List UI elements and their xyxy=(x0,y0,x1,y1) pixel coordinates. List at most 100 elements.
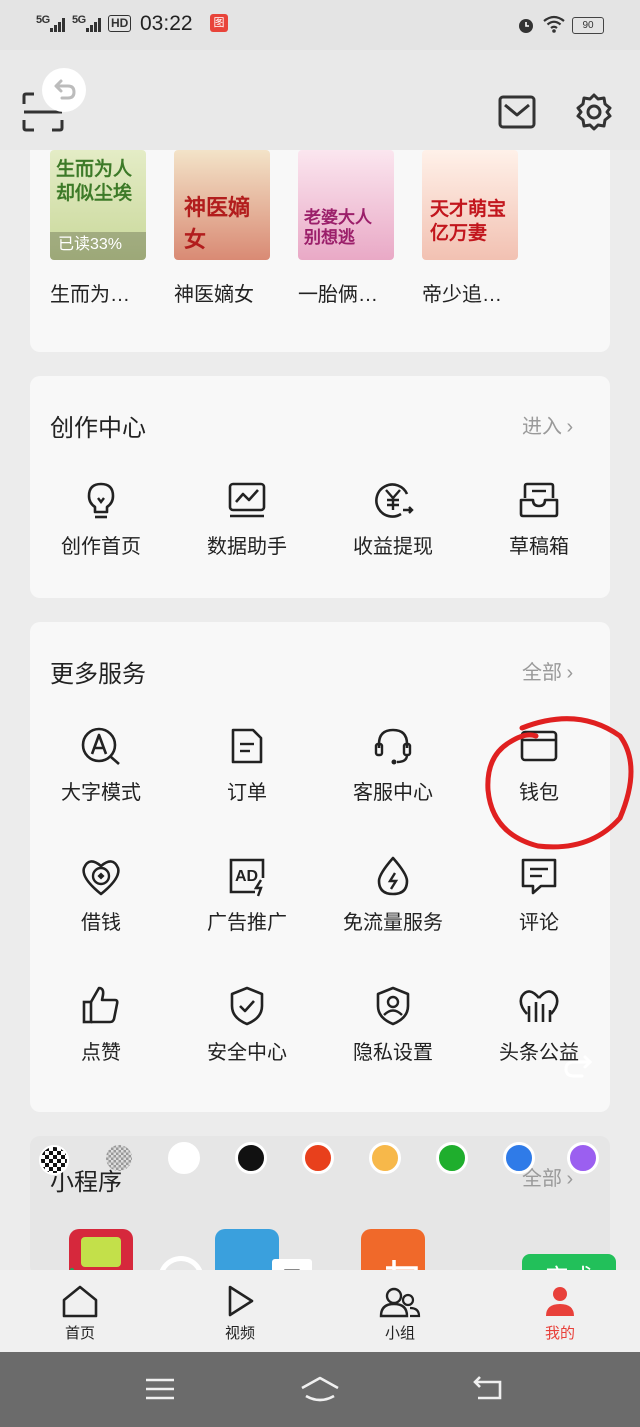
book-title-3[interactable]: 一胎俩… xyxy=(298,278,378,307)
comment-icon xyxy=(521,858,557,895)
more-services-all-link[interactable]: 全部 › xyxy=(522,656,573,685)
chart-icon xyxy=(228,482,266,518)
service-item-likes[interactable]: 点赞 xyxy=(31,984,171,1065)
book-cover-text: 神医嫡女 xyxy=(184,195,251,252)
settings-gear-icon[interactable] xyxy=(574,92,614,132)
book-title-1[interactable]: 生而为… xyxy=(50,278,130,307)
service-label: 点赞 xyxy=(81,1042,121,1064)
charity-icon xyxy=(519,990,559,1022)
color-swatch[interactable] xyxy=(503,1142,535,1174)
signal-5g-2: 5G xyxy=(72,14,86,26)
service-label: 客服中心 xyxy=(353,782,433,804)
service-item-order[interactable]: 订单 xyxy=(177,724,317,805)
lightbulb-icon xyxy=(87,482,115,519)
enter-link-label: 进入 xyxy=(522,416,562,438)
service-item-drafts[interactable]: 草稿箱 xyxy=(469,478,609,559)
service-item-comment[interactable]: 评论 xyxy=(469,854,609,935)
home-icon xyxy=(62,1285,98,1318)
color-swatch[interactable] xyxy=(302,1142,334,1174)
more-services-title: 更多服务 xyxy=(50,661,146,688)
privacy-icon xyxy=(376,986,410,1026)
hd-badge: HD xyxy=(108,15,132,32)
service-item-security-center[interactable]: 安全中心 xyxy=(177,984,317,1065)
book-cover-4[interactable]: 天才萌宝亿万妻 xyxy=(422,150,518,260)
read-progress: 已读33% xyxy=(58,236,123,253)
book-cover-text: 生而为人却似尘埃 xyxy=(56,159,133,204)
ad-icon: AD xyxy=(229,858,265,897)
chevron-right-icon: › xyxy=(566,416,574,438)
color-swatch[interactable] xyxy=(235,1142,267,1174)
yuan-icon xyxy=(375,483,414,518)
book-title-2[interactable]: 神医嫡女 xyxy=(174,278,254,307)
color-swatch[interactable] xyxy=(567,1142,599,1174)
all-link-label: 全部 xyxy=(522,662,562,684)
blur-tool-icon[interactable] xyxy=(106,1145,132,1171)
headset-icon xyxy=(374,728,412,765)
service-item-create-home[interactable]: 创作首页 xyxy=(31,478,171,559)
service-item-customer-service[interactable]: 客服中心 xyxy=(323,724,463,805)
home-nav-icon[interactable] xyxy=(298,1374,342,1404)
book-title-4[interactable]: 帝少追… xyxy=(422,278,502,307)
service-label: 安全中心 xyxy=(207,1042,287,1064)
service-label: 订单 xyxy=(227,782,267,804)
chevron-right-icon: › xyxy=(566,1168,574,1190)
service-label: 广告推广 xyxy=(207,912,287,934)
system-nav-bar xyxy=(0,1352,640,1427)
nav-label: 视频 xyxy=(224,1325,255,1342)
redo-icon[interactable] xyxy=(560,1052,600,1082)
color-swatch[interactable] xyxy=(168,1142,200,1174)
book-cover-text: 老婆大人别想逃 xyxy=(304,208,372,247)
nav-item-video[interactable]: 视频 xyxy=(185,1284,295,1343)
nav-label: 小组 xyxy=(384,1325,415,1342)
service-item-loan[interactable]: 借钱 xyxy=(31,854,171,935)
order-icon xyxy=(231,728,263,764)
mosaic-tool-icon[interactable] xyxy=(39,1145,69,1175)
undo-button[interactable] xyxy=(42,68,86,112)
menu-icon[interactable] xyxy=(142,1374,178,1404)
color-swatch[interactable] xyxy=(436,1142,468,1174)
chevron-right-icon: › xyxy=(566,662,574,684)
book-cover-2[interactable]: 神医嫡女 xyxy=(174,150,270,260)
all-link-label: 全部 xyxy=(522,1168,562,1190)
nav-item-group[interactable]: 小组 xyxy=(345,1284,455,1343)
service-label: 数据助手 xyxy=(207,536,287,558)
nav-item-home[interactable]: 首页 xyxy=(25,1284,135,1343)
group-icon xyxy=(379,1287,421,1318)
back-nav-icon[interactable] xyxy=(470,1372,506,1404)
service-item-data-free[interactable]: 免流量服务 xyxy=(323,854,463,935)
wallet-icon xyxy=(520,730,558,762)
service-item-ad-promotion[interactable]: AD 广告推广 xyxy=(177,854,317,935)
nav-item-profile[interactable]: 我的 xyxy=(505,1284,615,1343)
color-swatch[interactable] xyxy=(369,1142,401,1174)
svg-text:AD: AD xyxy=(235,868,258,885)
data-free-icon xyxy=(377,856,409,896)
header xyxy=(0,50,640,150)
service-item-large-text[interactable]: 大字模式 xyxy=(31,724,171,805)
service-item-wallet[interactable]: 钱包 xyxy=(469,724,609,805)
mini-program-app-2[interactable] xyxy=(215,1229,279,1273)
creation-center-enter-link[interactable]: 进入 › xyxy=(522,410,573,439)
service-label: 评论 xyxy=(519,912,559,934)
app-notification-icon: 图 xyxy=(210,14,228,32)
large-text-icon xyxy=(81,727,120,765)
wifi-icon xyxy=(543,15,565,33)
thumbs-up-icon xyxy=(82,986,119,1024)
message-icon[interactable] xyxy=(498,95,536,129)
play-icon xyxy=(228,1285,254,1317)
service-item-data-assistant[interactable]: 数据助手 xyxy=(177,478,317,559)
service-label: 借钱 xyxy=(81,912,121,934)
creation-center-title: 创作中心 xyxy=(50,415,146,442)
clock: 03:22 xyxy=(140,12,193,35)
book-cover-1[interactable]: 生而为人却似尘埃 已读33% xyxy=(50,150,146,260)
service-item-earnings-withdraw[interactable]: 收益提现 xyxy=(323,478,463,559)
nav-label: 首页 xyxy=(64,1325,95,1342)
service-item-privacy-settings[interactable]: 隐私设置 xyxy=(323,984,463,1065)
signal-5g-1: 5G xyxy=(36,14,50,26)
service-label: 免流量服务 xyxy=(343,912,443,934)
service-label: 草稿箱 xyxy=(509,536,569,558)
service-label: 钱包 xyxy=(519,782,559,804)
loan-icon xyxy=(82,860,120,896)
book-cover-3[interactable]: 老婆大人别想逃 xyxy=(298,150,394,260)
status-bar: 5G 5G HD 03:22 图 90 xyxy=(0,0,640,50)
nav-label: 我的 xyxy=(544,1325,575,1342)
